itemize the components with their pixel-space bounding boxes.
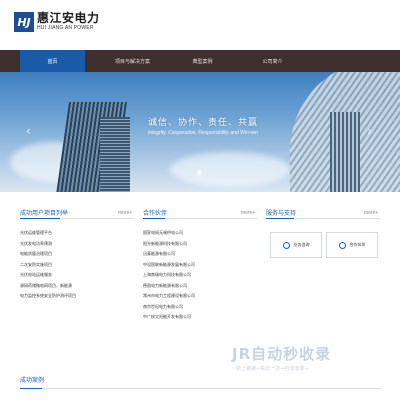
page: HJ 惠江安电力 HUI JIANG AN POWER 首页 项目与解决方案 典…	[0, 0, 400, 400]
brand-name-en: HUI JIANG AN POWER	[37, 25, 94, 31]
watermark: JR自动秒收录 做上链接→来访一次→自动收录→	[232, 343, 392, 381]
partners-title: 合作伙伴	[143, 210, 168, 217]
banner-slogan-en: Integrity, Cooperation, Responsibility a…	[148, 130, 258, 136]
list-item[interactable]: 光伏运维管理平台	[20, 228, 76, 239]
services-more-link[interactable]: more+	[364, 210, 378, 216]
watermark-main: JR自动秒收录	[232, 345, 332, 363]
list-item[interactable]: 常州市电力工程建设有限公司	[143, 291, 195, 302]
projects-title: 成功用户项目列举	[20, 210, 69, 217]
nav-item-about[interactable]: 公司简介	[240, 50, 305, 72]
list-item[interactable]: 国家电网无锡供电公司	[143, 228, 195, 239]
list-item[interactable]: 电力监控系统安全防护测评项目	[20, 291, 76, 302]
list-item[interactable]: 中广核太阳能开发有限公司	[143, 312, 195, 323]
divider-accent	[20, 218, 60, 219]
service-partner-button[interactable]: 合作伙伴	[326, 232, 378, 258]
projects-list: 光伏运维管理平台 光伏发电功率预测 电能质量治理项目 二次安防实施项目 光伏电站…	[20, 228, 76, 302]
phone-icon	[282, 241, 290, 249]
logo-text: 惠江安电力 HUI JIANG AN POWER	[37, 12, 100, 32]
divider	[20, 388, 382, 389]
partners-more-link[interactable]: more+	[241, 210, 255, 216]
list-item[interactable]: 电能质量治理项目	[20, 249, 76, 260]
banner-dot-indicator[interactable]	[197, 170, 202, 175]
nav-item-cases[interactable]: 典型案例	[170, 50, 235, 72]
watermark-sub: 做上链接→来访一次→自动收录→	[236, 366, 309, 372]
banner-slogan: 诚信、协作、责任、共赢	[148, 118, 259, 128]
logo-mark-icon: HJ	[14, 12, 34, 32]
service-consult-button[interactable]: 业务咨询	[270, 232, 322, 258]
banner-next-icon[interactable]: ›	[367, 124, 372, 138]
partners-list: 国家电网无锡供电公司 阳光新能源科技有限公司 迅泰能源有限公司 中设国联新能源发…	[143, 228, 195, 323]
divider-accent	[20, 388, 42, 389]
nav-item-solutions[interactable]: 项目与解决方案	[100, 50, 165, 72]
list-item[interactable]: 二次安防实施项目	[20, 260, 76, 271]
banner-prev-icon[interactable]: ‹	[26, 124, 31, 138]
list-item[interactable]: 光伏电站运维服务	[20, 270, 76, 281]
building-image	[100, 117, 130, 192]
list-item[interactable]: 南京世纪电力有限公司	[143, 302, 195, 313]
header: HJ 惠江安电力 HUI JIANG AN POWER	[0, 0, 400, 50]
list-item[interactable]: 光伏发电功率预测	[20, 239, 76, 250]
logo[interactable]: HJ 惠江安电力 HUI JIANG AN POWER	[14, 12, 100, 32]
building-image	[330, 112, 360, 192]
list-item[interactable]: 阳光新能源科技有限公司	[143, 239, 195, 250]
cases-title: 成功案例	[20, 377, 45, 384]
list-item[interactable]: 上海南瑞电力科技有限公司	[143, 270, 195, 281]
projects-more-link[interactable]: more+	[118, 210, 132, 216]
divider-accent	[143, 218, 165, 219]
services-title: 服务与支持	[266, 210, 297, 217]
nav-item-home[interactable]: 首页	[20, 50, 85, 72]
cloud-decoration	[170, 152, 290, 187]
partner-icon	[338, 241, 346, 249]
list-item[interactable]: 中设国联新能源发展有限公司	[143, 260, 195, 271]
list-item[interactable]: 德昌电力新能源有限公司	[143, 281, 195, 292]
service-label: 合作伙伴	[349, 242, 366, 247]
brand-name-cn: 惠江安电力	[37, 11, 100, 25]
service-label: 业务咨询	[293, 242, 310, 247]
divider-accent	[266, 218, 294, 219]
list-item[interactable]: 源网荷储微电网项目、新能源	[20, 281, 76, 292]
main-nav: 首页 项目与解决方案 典型案例 公司简介	[0, 50, 400, 72]
list-item[interactable]: 迅泰能源有限公司	[143, 249, 195, 260]
